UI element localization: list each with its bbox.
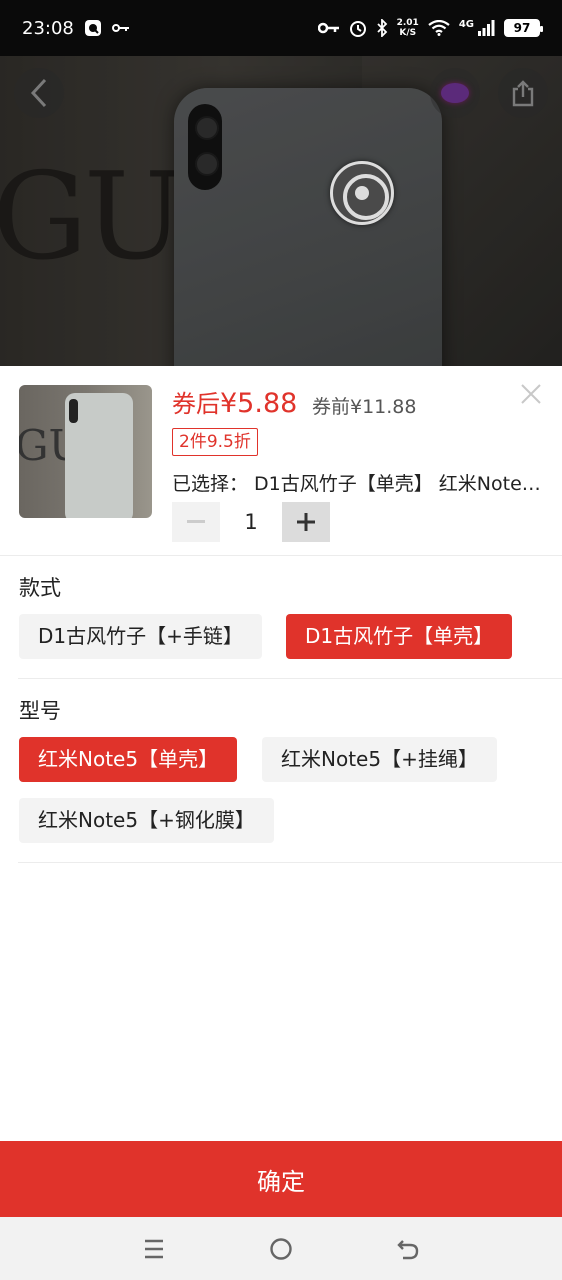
spec-option[interactable]: 红米Note5【+钢化膜】 [19, 798, 274, 843]
plus-icon [297, 513, 315, 531]
key-icon [111, 24, 129, 32]
spec-group-title-model: 型号 [19, 699, 61, 723]
divider [18, 678, 562, 679]
home-icon [270, 1237, 292, 1260]
thumbnail-phone [65, 393, 133, 518]
increase-button[interactable] [282, 502, 330, 542]
spec-option-selected[interactable]: D1古风竹子【单壳】 [286, 614, 513, 659]
product-thumbnail: GU [19, 385, 152, 518]
alarm-icon [349, 21, 366, 37]
spec-selector-sheet: GU 券后 ¥5.88 券前¥11.88 2件9.5折 已选择： D1古风竹子【… [0, 366, 562, 1142]
system-nav-bar [0, 1217, 562, 1280]
spec-option[interactable]: D1古风竹子【+手链】 [19, 614, 262, 659]
selected-spec-text: 已选择： D1古风竹子【单壳】 红米Note5【单壳】 [172, 473, 544, 495]
spec-option[interactable]: 红米Note5【+挂绳】 [262, 737, 497, 782]
status-time: 23:08 [22, 17, 74, 39]
original-price: 券前¥11.88 [312, 396, 417, 418]
menu-icon [144, 1239, 163, 1258]
back-button[interactable] [14, 68, 64, 118]
network-type: 4G [458, 18, 474, 30]
share-icon [512, 80, 534, 107]
nav-home-button[interactable] [261, 1229, 301, 1269]
live-icon [441, 83, 469, 103]
close-button[interactable] [516, 380, 546, 410]
decrease-button[interactable] [172, 502, 220, 542]
coupon-price-value: ¥5.88 [220, 388, 298, 419]
nav-menu-button[interactable] [134, 1229, 174, 1269]
spec-group-title-style: 款式 [19, 576, 61, 600]
coupon-price-label: 券后 [172, 390, 220, 418]
net-speed: 2.01 K/S [397, 18, 419, 38]
minus-icon [187, 520, 205, 523]
discount-badge: 2件9.5折 [172, 428, 258, 456]
net-speed-value: 2.01 [396, 18, 419, 28]
nav-back-button[interactable] [388, 1229, 428, 1269]
coupon-price: 券后 ¥5.88 [172, 384, 297, 419]
spec-option-selected[interactable]: 红米Note5【单壳】 [19, 737, 238, 782]
quantity-stepper: 1 [172, 502, 330, 542]
vpn-key-icon [317, 22, 339, 34]
app-notification-icon [84, 20, 101, 36]
confirm-button[interactable]: 确定 [0, 1141, 562, 1217]
signal-icon [478, 20, 495, 36]
status-bar: 23:08 2.01 K/S 4G 97 [0, 0, 562, 56]
chevron-left-icon [30, 78, 47, 108]
divider [0, 555, 562, 556]
live-button[interactable] [430, 68, 480, 118]
back-icon [397, 1239, 419, 1259]
quantity-value[interactable]: 1 [220, 510, 282, 534]
wifi-icon [428, 20, 450, 36]
product-image-area: GU [0, 56, 562, 366]
divider [18, 862, 562, 863]
floating-assist-button[interactable] [330, 161, 394, 225]
net-speed-unit: K/S [399, 28, 417, 38]
battery-indicator: 97 [504, 19, 543, 37]
screen: 23:08 2.01 K/S 4G 97 GU GU 券后 ¥5.88 券前¥1… [0, 0, 562, 1280]
share-button[interactable] [498, 68, 548, 118]
close-icon [521, 384, 541, 404]
bluetooth-icon [376, 19, 387, 37]
